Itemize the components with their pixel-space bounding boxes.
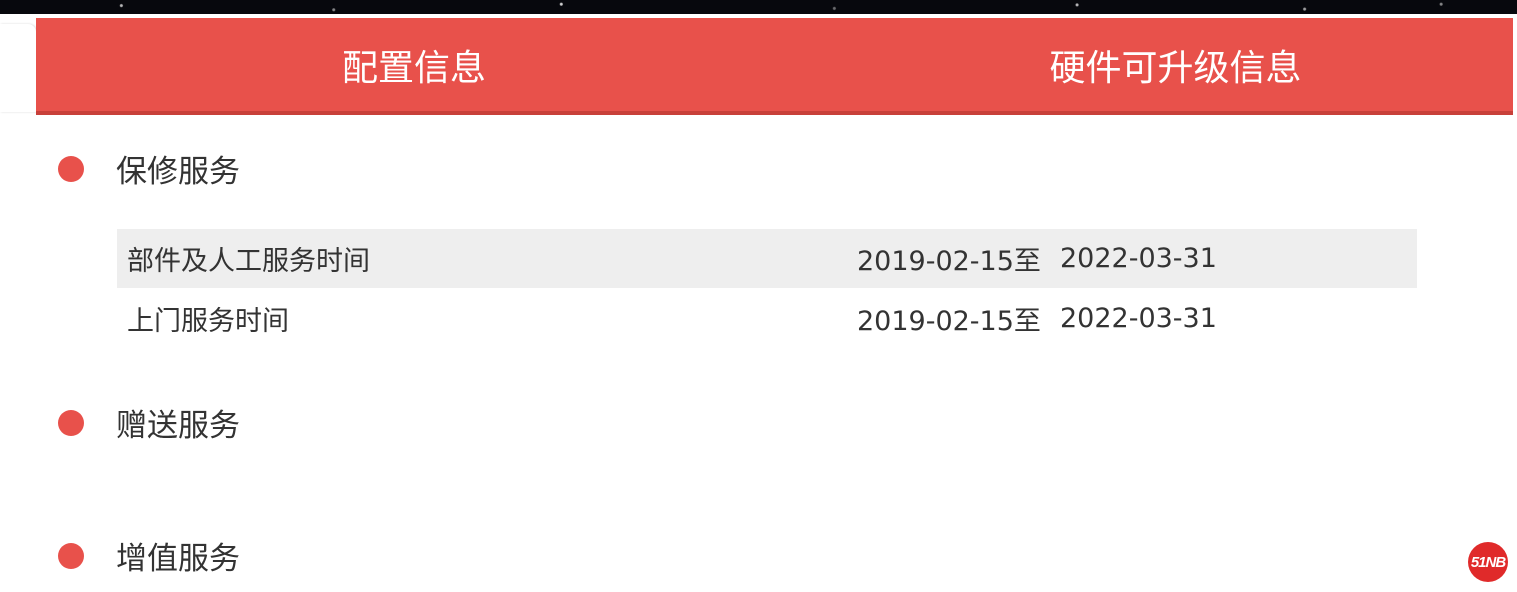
bullet-icon: [58, 542, 84, 569]
service-end-date: 2022-03-31: [1060, 303, 1217, 334]
service-name: 上门服务时间: [127, 306, 289, 337]
section-title-warranty: 保修服务: [116, 154, 240, 190]
section-warranty: 保修服务: [58, 146, 240, 191]
page: 配置信息 硬件可升级信息 保修服务 部件及人工服务时间 2019-02-15至 …: [0, 0, 1517, 592]
brand-logo: 51NB: [1468, 542, 1508, 582]
section-value-added: 增值服务: [58, 533, 240, 578]
service-row: 上门服务时间 2019-02-15至 2022-03-31: [117, 289, 1417, 348]
service-end-date: 2022-03-31: [1060, 243, 1217, 274]
side-tab-edge: [0, 24, 36, 112]
service-start-date: 2019-02-15至: [857, 246, 1041, 277]
section-title-gift: 赠送服务: [116, 408, 240, 444]
bullet-icon: [58, 409, 84, 436]
section-gift: 赠送服务: [58, 400, 240, 445]
service-row: 部件及人工服务时间 2019-02-15至 2022-03-31: [117, 229, 1417, 288]
tab-bar: 配置信息 硬件可升级信息: [36, 18, 1513, 115]
bullet-icon: [58, 155, 84, 182]
tab-config-info[interactable]: 配置信息: [36, 18, 806, 111]
service-start-date: 2019-02-15至: [857, 306, 1041, 337]
section-title-value-added: 增值服务: [116, 541, 240, 577]
service-name: 部件及人工服务时间: [127, 246, 370, 277]
starfield-background: [0, 0, 1517, 14]
tab-hardware-upgrade-info[interactable]: 硬件可升级信息: [806, 18, 1514, 111]
